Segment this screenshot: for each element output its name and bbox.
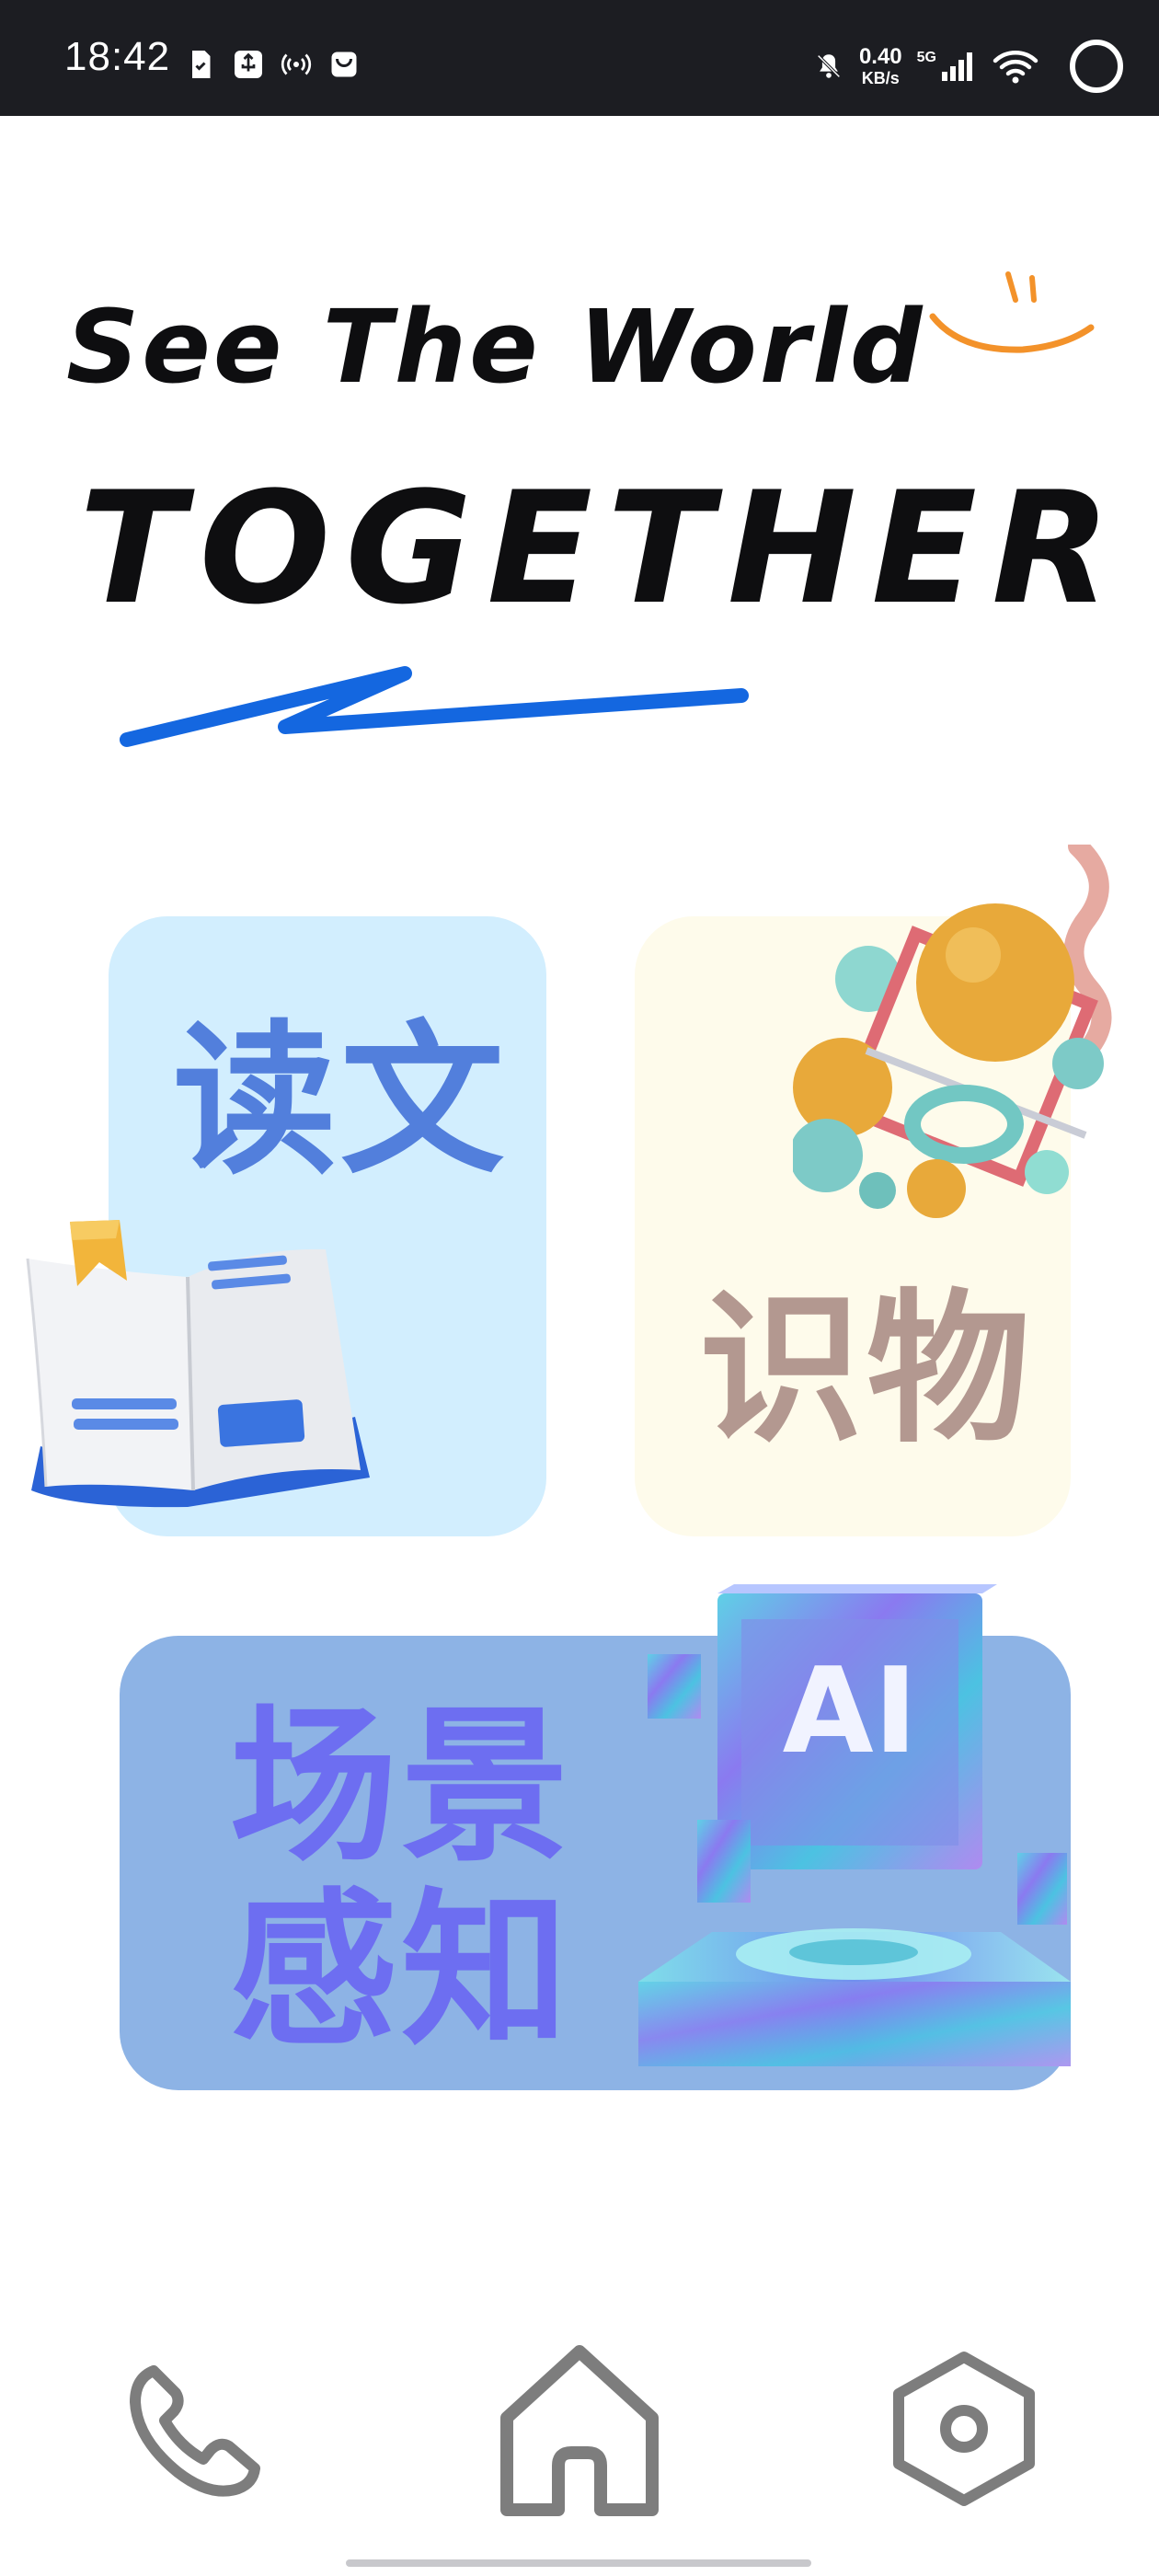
mute-icon [817, 54, 841, 78]
home-indicator[interactable] [346, 2559, 811, 2567]
hero-subtitle: TOGETHER [79, 458, 1126, 638]
status-bar: 18:42 0.40 KB/s 5G [0, 0, 1159, 116]
read-text-label: 读文 [173, 1006, 508, 1196]
hotspot-icon [281, 53, 312, 75]
sim-card-icon [192, 51, 211, 78]
hero-title: See The World [66, 288, 925, 406]
book-icon [26, 1220, 370, 1508]
recognize-object-label: 识物 [699, 1274, 1034, 1465]
cell-signal: 5G [917, 50, 977, 83]
nav-home-button[interactable] [488, 2337, 671, 2521]
wifi-icon [993, 51, 1039, 84]
net-speed-unit: KB/s [861, 69, 900, 87]
scene-perception-label-line1: 场景 [230, 1689, 572, 1884]
usb-debug-icon [235, 51, 262, 78]
settings-icon [893, 2352, 1035, 2506]
network-label: 5G [916, 50, 936, 65]
home-icon [500, 2345, 659, 2516]
ai-chip-icon: AI [638, 1584, 1071, 2066]
nav-settings-button[interactable] [872, 2337, 1056, 2521]
underline-stroke [120, 666, 749, 747]
nav-phone-button[interactable] [101, 2337, 285, 2521]
net-speed-value: 0.40 [858, 44, 902, 69]
svg-text:AI: AI [783, 1643, 918, 1780]
shapes-icon [793, 845, 1112, 1218]
phone-icon [130, 2365, 260, 2497]
signal-icon [942, 52, 972, 81]
scene-perception-label: 场景 感知 [230, 1689, 572, 2069]
record-icon [1070, 40, 1123, 93]
smile-doodle [929, 271, 1095, 353]
status-left-icons [184, 48, 361, 81]
bottom-nav [0, 2337, 1159, 2539]
net-speed: 0.40 KB/s [858, 44, 902, 87]
bag-icon [331, 52, 357, 77]
status-right: 0.40 KB/s 5G [813, 37, 1126, 96]
status-time: 18:42 [64, 34, 171, 79]
scene-perception-label-line2: 感知 [230, 1873, 572, 2069]
